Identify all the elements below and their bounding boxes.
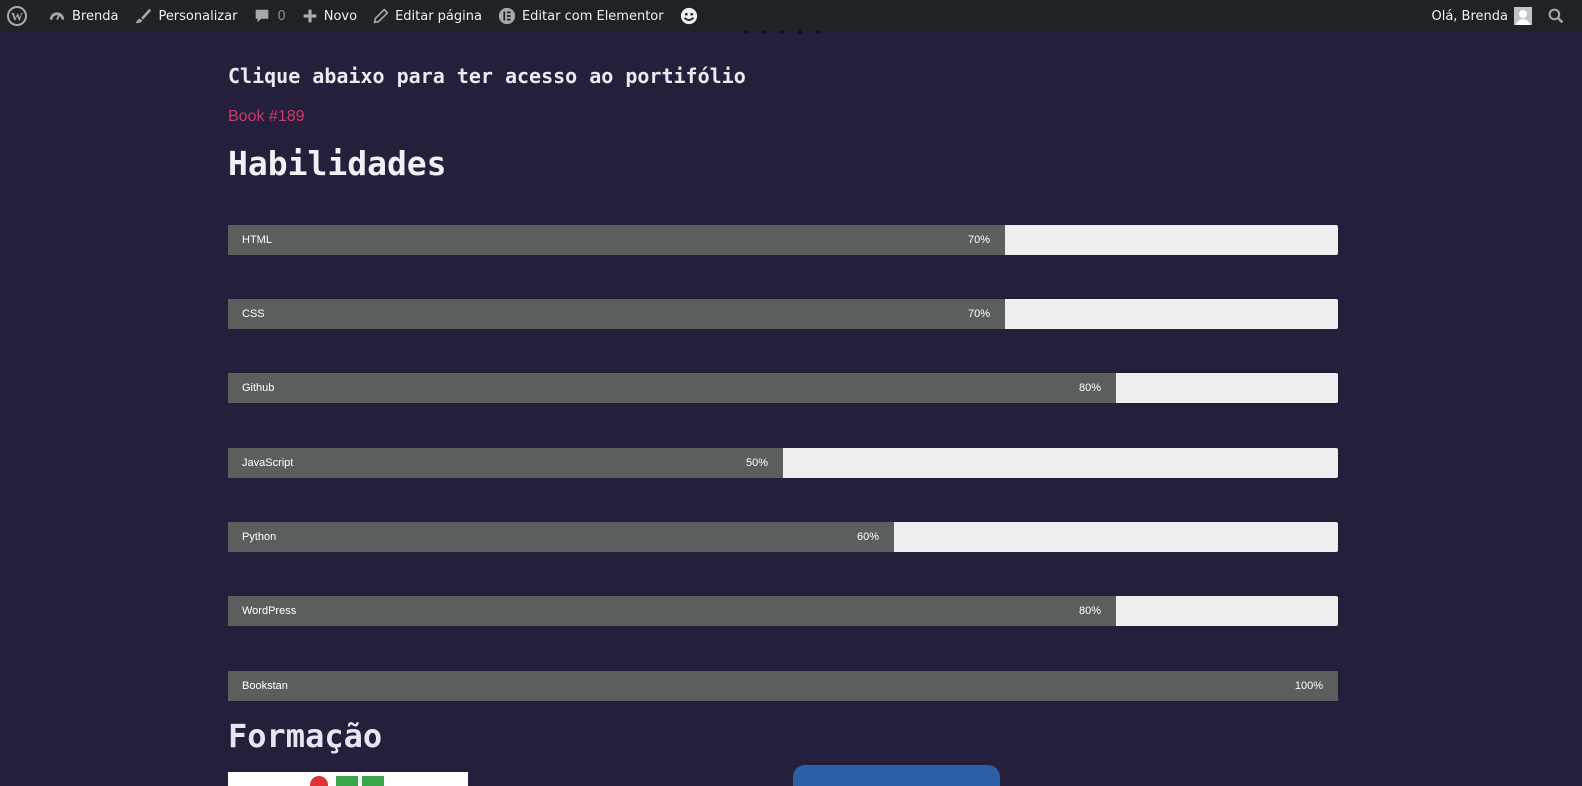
- edit-elementor-label: Editar com Elementor: [521, 8, 664, 24]
- skill-bar-fill: [228, 373, 1116, 403]
- plugin-menu[interactable]: [672, 0, 712, 32]
- carousel-dots: [744, 30, 824, 36]
- skill-percent: 70%: [967, 234, 990, 246]
- skill-percent: 50%: [745, 457, 768, 469]
- skill-bar-fill: [228, 522, 894, 552]
- customize-menu[interactable]: Personalizar: [126, 0, 245, 32]
- book-link[interactable]: Book #189: [228, 108, 305, 126]
- skill-bar-fill: [228, 596, 1116, 626]
- skill-bar-fill: [228, 299, 1005, 329]
- skill-bar-fill: [228, 448, 783, 478]
- edit-elementor-menu[interactable]: Editar com Elementor: [490, 0, 672, 32]
- skill-bar-fill: [228, 225, 1005, 255]
- new-content-menu[interactable]: Novo: [294, 0, 365, 32]
- edit-page-label: Editar página: [395, 8, 482, 24]
- new-label: Novo: [323, 8, 358, 24]
- skill-bar-fill: [228, 671, 1338, 701]
- plus-icon: [303, 9, 317, 23]
- search-icon: [1548, 8, 1564, 24]
- comment-icon: [256, 9, 269, 23]
- smiley-icon: [680, 7, 697, 25]
- skill-percent: 80%: [1078, 382, 1101, 394]
- skill-name: Bookstan: [242, 680, 288, 692]
- site-name-menu[interactable]: Brenda: [40, 0, 126, 32]
- brush-icon: [136, 8, 152, 24]
- skill-percent: 70%: [967, 308, 990, 320]
- skill-name: JavaScript: [242, 457, 294, 469]
- skill-bar: CSS 70%: [228, 299, 1338, 329]
- dashboard-icon: [49, 12, 65, 21]
- skill-name: CSS: [242, 308, 265, 320]
- skill-percent: 100%: [1294, 680, 1323, 692]
- customize-label: Personalizar: [158, 8, 238, 24]
- admin-bar: W Brenda Personalizar 0 Novo Editar pági…: [0, 0, 1582, 32]
- skill-bar: Python 60%: [228, 522, 1338, 552]
- edit-page-menu[interactable]: Editar página: [365, 0, 490, 32]
- skill-name: HTML: [242, 234, 272, 246]
- search-menu[interactable]: [1540, 0, 1582, 32]
- avatar-icon: [1514, 7, 1532, 25]
- education-badge-image: [793, 765, 1000, 786]
- education-logo-image: [228, 772, 468, 786]
- elementor-icon: [498, 7, 516, 25]
- svg-text:W: W: [11, 10, 23, 24]
- skill-bar: JavaScript 50%: [228, 448, 1338, 478]
- skill-percent: 80%: [1078, 605, 1101, 617]
- site-name: Brenda: [72, 8, 119, 24]
- skill-bar: WordPress 80%: [228, 596, 1338, 626]
- wordpress-icon: W: [7, 6, 27, 26]
- skill-bar: HTML 70%: [228, 225, 1338, 255]
- skill-percent: 60%: [856, 531, 879, 543]
- greeting: Olá, Brenda: [1431, 8, 1508, 24]
- skill-bar: Github 80%: [228, 373, 1338, 403]
- pencil-icon: [373, 8, 389, 24]
- my-account-menu[interactable]: Olá, Brenda: [1423, 0, 1540, 32]
- comments-menu[interactable]: 0: [245, 0, 293, 32]
- education-heading: Formação: [228, 717, 383, 755]
- skill-name: Python: [242, 531, 277, 543]
- wp-logo-menu[interactable]: W: [0, 0, 40, 32]
- skills-heading: Habilidades: [228, 144, 447, 183]
- skill-name: WordPress: [242, 605, 297, 617]
- skill-bar: Bookstan 100%: [228, 671, 1338, 701]
- comments-count: 0: [277, 8, 286, 24]
- skill-name: Github: [242, 382, 275, 394]
- portfolio-intro: Clique abaixo para ter acesso ao portifó…: [228, 64, 746, 88]
